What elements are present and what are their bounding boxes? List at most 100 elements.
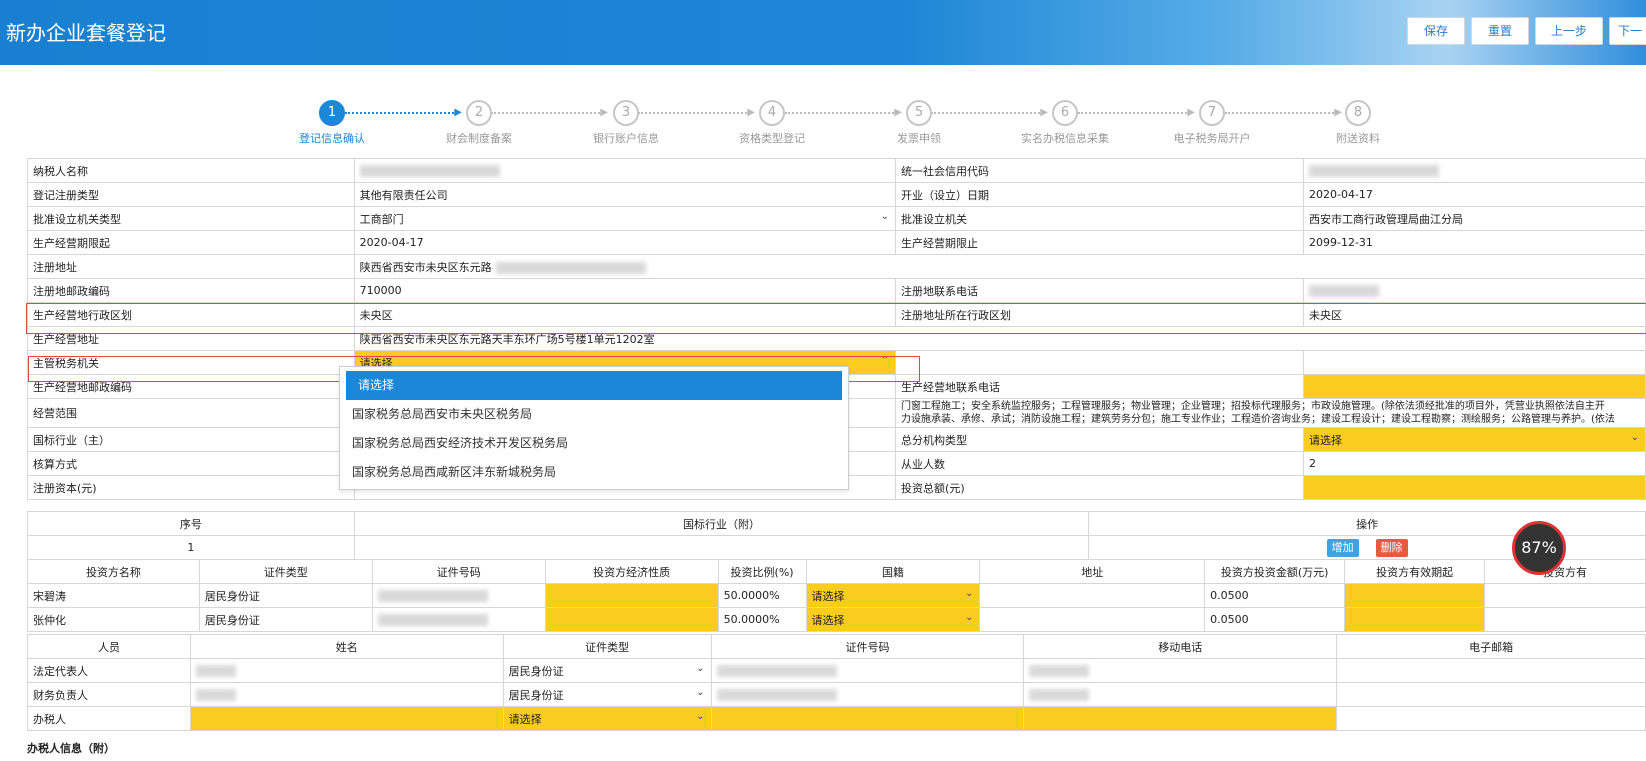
save-button[interactable]: 保存 <box>1407 17 1465 45</box>
next-step-button[interactable]: 下一 <box>1609 17 1646 45</box>
col-nationality: 国籍 <box>805 559 981 584</box>
person-email[interactable] <box>1336 682 1646 707</box>
label-reg-zip: 注册地邮政编码 <box>27 278 355 303</box>
reg-addr-value: 陕西省西安市未央区东元路 <box>353 254 1646 279</box>
step-6[interactable]: 6 实名办税信息采集 <box>1020 100 1110 146</box>
valid-end-input[interactable] <box>1484 583 1646 608</box>
step-progress: ▶ ▶ ▶ ▶ ▶ ▶ ▶ 1 登记信息确认 2 财会制度备案 3 银行账户信息 4资… <box>0 100 1646 152</box>
economic-nature-input[interactable] <box>544 607 719 632</box>
investor-address[interactable] <box>979 583 1206 608</box>
invest-total-input[interactable] <box>1303 475 1646 500</box>
person-name[interactable] <box>189 658 504 683</box>
dropdown-option[interactable]: 请选择 <box>346 371 842 400</box>
chevron-down-icon: ⌄ <box>696 663 705 674</box>
person-name[interactable] <box>189 706 504 731</box>
person-role: 法定代表人 <box>27 658 191 683</box>
scope-value: 门窗工程施工；安全系统监控服务；工程管理服务；物业管理；企业管理；招投标代理服务… <box>895 398 1646 428</box>
person-idnum[interactable] <box>710 658 1025 683</box>
id-type-select[interactable]: 居民身份证 ⌄ <box>502 682 712 707</box>
col-ratio: 投资比例(%) <box>717 559 807 584</box>
investor-amount: 0.0500 <box>1204 583 1346 608</box>
label-credit-code: 统一社会信用代码 <box>895 158 1304 183</box>
id-type-select[interactable]: 请选择 ⌄ <box>502 706 712 731</box>
col-address: 地址 <box>979 559 1206 584</box>
label-reg-type: 登记注册类型 <box>27 182 355 207</box>
step-4[interactable]: 4 资格类型登记 <box>727 100 817 146</box>
col-role: 人员 <box>27 634 191 659</box>
approve-org-value: 西安市工商行政管理局曲江分局 <box>1303 206 1646 231</box>
person-role: 财务负责人 <box>27 682 191 707</box>
header-action: 操作 <box>1088 511 1646 536</box>
step-8[interactable]: 8 附送资料 <box>1313 100 1403 146</box>
investor-address[interactable] <box>979 607 1206 632</box>
person-mobile[interactable] <box>1023 706 1338 731</box>
table-row: 财务负责人 居民身份证 ⌄ <box>27 682 1646 707</box>
credit-code-value <box>1303 158 1646 183</box>
reset-button[interactable]: 重置 <box>1471 17 1529 45</box>
step-3[interactable]: 3 银行账户信息 <box>581 100 671 146</box>
label-accounting: 核算方式 <box>27 451 355 476</box>
approve-type-select[interactable]: 工商部门 ⌄ <box>353 206 897 231</box>
investor-table: 投资方名称 证件类型 证件号码 投资方经济性质 投资比例(%) 国籍 地址 投资… <box>27 559 1646 632</box>
biz-phone-input[interactable] <box>1303 374 1646 399</box>
employees-value[interactable]: 2 <box>1303 451 1646 476</box>
id-type-select[interactable]: 居民身份证 ⌄ <box>502 658 712 683</box>
label-industry: 国标行业（主） <box>27 427 355 452</box>
person-role: 办税人 <box>27 706 191 731</box>
person-idnum[interactable] <box>710 682 1025 707</box>
label-approve-type: 批准设立机关类型 <box>27 206 355 231</box>
economic-nature-input[interactable] <box>544 583 719 608</box>
col-investor-name: 投资方名称 <box>27 559 200 584</box>
delete-button[interactable]: 删除 <box>1375 538 1408 557</box>
person-table: 人员 姓名 证件类型 证件号码 移动电话 电子邮箱 法定代表人 居民身份证 ⌄ 财… <box>27 634 1646 731</box>
col-id-number: 证件号码 <box>371 559 546 584</box>
step-2[interactable]: 2 财会制度备案 <box>434 100 524 146</box>
add-button[interactable]: 增加 <box>1326 538 1359 557</box>
nationality-select[interactable]: 请选择 ⌄ <box>805 583 981 608</box>
reg-zip-value: 710000 <box>353 278 897 303</box>
label-employees: 从业人数 <box>895 451 1304 476</box>
step-7[interactable]: 7 电子税务局开户 <box>1167 100 1257 146</box>
label-open-date: 开业（设立）日期 <box>895 182 1304 207</box>
label-period-end: 生产经营期限止 <box>895 230 1304 255</box>
zoom-badge[interactable]: 87% <box>1512 521 1566 575</box>
chevron-down-icon: ⌄ <box>965 612 974 623</box>
step-1[interactable]: 1 登记信息确认 <box>287 100 377 146</box>
label-reg-addr: 注册地址 <box>27 254 355 279</box>
col-id-type: 证件类型 <box>502 634 712 659</box>
person-mobile[interactable] <box>1023 682 1338 707</box>
open-date-value: 2020-04-17 <box>1303 182 1646 207</box>
col-email: 电子邮箱 <box>1336 634 1646 659</box>
label-period-start: 生产经营期限起 <box>27 230 355 255</box>
col-valid-start: 投资方有效期起 <box>1344 559 1486 584</box>
label-capital: 注册资本(元) <box>27 475 355 500</box>
valid-end-input[interactable] <box>1484 607 1646 632</box>
label-approve-org: 批准设立机关 <box>895 206 1304 231</box>
header-industry-attached: 国标行业（附） <box>353 511 1090 536</box>
prev-step-button[interactable]: 上一步 <box>1535 17 1603 45</box>
table-row: 张仲化 居民身份证 50.0000% 请选择 ⌄ 0.0500 <box>27 607 1646 632</box>
row-seq: 1 <box>27 535 355 560</box>
taxpayer-name-value <box>353 158 897 183</box>
investor-ratio: 50.0000% <box>717 583 807 608</box>
person-email[interactable] <box>1336 658 1646 683</box>
dropdown-option[interactable]: 国家税务总局西安市未央区税务局 <box>340 400 848 429</box>
person-email[interactable] <box>1336 706 1646 731</box>
dropdown-option[interactable]: 国家税务总局西咸新区沣东新城税务局 <box>340 458 848 487</box>
person-name[interactable] <box>189 682 504 707</box>
header-seq: 序号 <box>27 511 355 536</box>
dropdown-option[interactable]: 国家税务总局西安经济技术开发区税务局 <box>340 429 848 458</box>
nationality-select[interactable]: 请选择 ⌄ <box>805 607 981 632</box>
table-row: 法定代表人 居民身份证 ⌄ <box>27 658 1646 683</box>
branch-type-select[interactable]: 请选择 ⌄ <box>1303 427 1646 452</box>
person-mobile[interactable] <box>1023 658 1338 683</box>
investor-idtype: 居民身份证 <box>198 583 373 608</box>
step-5[interactable]: 5 发票申领 <box>874 100 964 146</box>
col-amount: 投资方投资金额(万元) <box>1204 559 1346 584</box>
valid-start-input[interactable] <box>1344 583 1486 608</box>
person-idnum[interactable] <box>710 706 1025 731</box>
tax-org-dropdown: 请选择 国家税务总局西安市未央区税务局 国家税务总局西安经济技术开发区税务局 国… <box>339 366 849 490</box>
valid-start-input[interactable] <box>1344 607 1486 632</box>
investor-idnum <box>371 607 546 632</box>
chevron-down-icon: ⌄ <box>880 211 890 222</box>
